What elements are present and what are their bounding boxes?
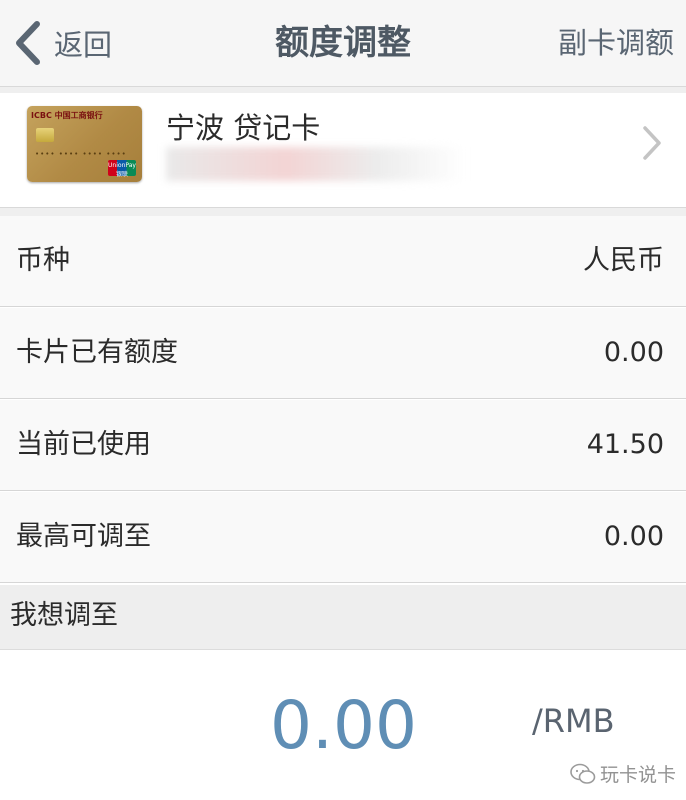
amount-entry-area: /RMB 玩卡说卡: [0, 650, 686, 800]
card-name: 宁波 贷记卡: [166, 111, 321, 145]
card-number-obscured: [166, 147, 466, 181]
divider: [0, 208, 686, 216]
target-amount-section-header: 我想调至: [0, 585, 686, 650]
max-adjustable-label: 最高可调至: [16, 521, 151, 552]
target-amount-label: 我想调至: [10, 600, 118, 631]
wechat-icon: [570, 763, 596, 784]
unionpay-logo: UnionPay 银联: [108, 160, 136, 178]
used-amount-value: 41.50: [586, 429, 664, 460]
navigation-bar: 返回 额度调整 副卡调额: [0, 0, 686, 87]
card-chip: [36, 128, 54, 142]
used-amount-label: 当前已使用: [16, 429, 151, 460]
max-adjustable-value: 0.00: [603, 521, 664, 552]
existing-limit-row: 卡片已有额度 0.00: [0, 308, 686, 399]
chevron-right-icon: [643, 126, 661, 160]
target-amount-input[interactable]: [270, 685, 420, 765]
card-image: ICBC 中国工商银行 •••• •••• •••• •••• UnionPay…: [27, 106, 142, 182]
bank-logo: ICBC 中国工商银行: [31, 111, 103, 120]
currency-label: 币种: [16, 245, 70, 276]
watermark-text: 玩卡说卡: [599, 764, 676, 786]
currency-value: 人民币: [583, 245, 664, 276]
currency-row: 币种 人民币: [0, 216, 686, 307]
watermark-label: 玩卡说卡: [570, 760, 676, 787]
supplementary-card-adjust-link[interactable]: 副卡调额: [558, 0, 674, 86]
existing-limit-value: 0.00: [603, 337, 664, 368]
card-number-print: •••• •••• •••• ••••: [35, 150, 127, 158]
card-selector[interactable]: ICBC 中国工商银行 •••• •••• •••• •••• UnionPay…: [0, 93, 686, 208]
used-amount-row: 当前已使用 41.50: [0, 400, 686, 491]
currency-unit: /RMB: [532, 702, 615, 740]
existing-limit-label: 卡片已有额度: [16, 337, 178, 368]
max-adjustable-row: 最高可调至 0.00: [0, 492, 686, 583]
